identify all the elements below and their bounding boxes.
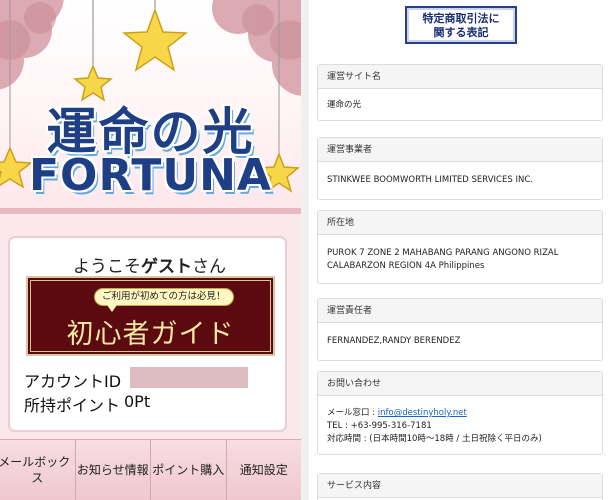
nav-buy-points[interactable]: ポイント購入 <box>151 440 227 500</box>
card-header: サービス内容 <box>318 474 602 498</box>
guide-callout: ご利用が初めての方は必見！ <box>94 288 234 312</box>
star-icon <box>121 7 189 72</box>
manager-value: FERNANDEZ,RANDY BERENDEZ <box>327 336 461 346</box>
operator-card: 運営事業者 STINKWEE BOOMWORTH LIMITED SERVICE… <box>317 137 603 200</box>
bottom-nav: メールボックス お知らせ情報 ポイント購入 通知設定 <box>0 439 301 500</box>
guide-button-label: 初心者ガイド <box>66 319 235 350</box>
operator-value: STINKWEE BOOMWORTH LIMITED SERVICES INC. <box>327 175 533 185</box>
card-body: 運命の光 <box>318 89 602 120</box>
logo-title-fortuna: FORTUNA <box>29 150 272 201</box>
card-header: 運営事業者 <box>318 138 602 162</box>
points-value: 0Pt <box>124 392 151 411</box>
legal-notice-panel[interactable]: 特定商取引法に 関する表記 運営サイト名 運命の光 運営事業者 STINKWEE… <box>309 0 610 500</box>
hero-banner: 運命の光 FORTUNA <box>0 0 301 208</box>
nav-news[interactable]: お知らせ情報 <box>76 440 151 500</box>
card-header: 運営サイト名 <box>318 65 602 89</box>
card-body: PUROK 7 ZONE 2 MAHABANG PARANG ANGONO RI… <box>318 235 602 283</box>
beginner-guide-button[interactable]: ご利用が初めての方は必見！ 初心者ガイド <box>26 276 275 356</box>
mail-label: メール窓口 : <box>327 408 378 418</box>
guest-name: ゲスト <box>141 257 192 277</box>
page-title-line2: 関する表記 <box>433 26 489 39</box>
service-card: サービス内容 <box>317 473 603 500</box>
card-header: お問い合わせ <box>318 372 602 396</box>
contact-card: お問い合わせ メール窓口 : info@destinyholy.net TEL … <box>317 371 603 455</box>
address-line2: CALABARZON REGION 4A Philippines <box>327 261 485 271</box>
welcome-message: ようこそゲストさん <box>10 252 289 277</box>
hero-divider <box>0 208 301 214</box>
account-id-value-redacted <box>130 367 248 388</box>
nav-mailbox[interactable]: メールボックス <box>0 440 76 500</box>
site-name-card: 運営サイト名 運命の光 <box>317 64 603 121</box>
card-header: 運営責任者 <box>318 299 602 323</box>
account-id-label: アカウントID <box>24 372 122 391</box>
welcome-suffix: さん <box>192 257 226 277</box>
contact-email-link[interactable]: info@destinyholy.net <box>378 408 467 418</box>
contact-hours: 対応時間 : (日本時間10時～18時 / 土日祝除く平日のみ) <box>327 434 542 444</box>
card-body: メール窓口 : info@destinyholy.net TEL : +63-9… <box>318 396 602 454</box>
contact-mail-row: メール窓口 : info@destinyholy.net <box>327 407 593 420</box>
address-card: 所在地 PUROK 7 ZONE 2 MAHABANG PARANG ANGON… <box>317 210 603 284</box>
welcome-prefix: ようこそ <box>73 257 141 277</box>
address-line1: PUROK 7 ZONE 2 MAHABANG PARANG ANGONO RI… <box>327 248 559 258</box>
contact-tel: TEL : +63-995-316-7181 <box>327 421 432 431</box>
welcome-card: ようこそゲストさん ご利用が初めての方は必見！ 初心者ガイド アカウントID 所… <box>8 236 287 432</box>
page-title: 特定商取引法に 関する表記 <box>405 6 517 44</box>
page-title-line1: 特定商取引法に <box>422 12 500 25</box>
card-header: 所在地 <box>318 211 602 235</box>
nav-notification-settings[interactable]: 通知設定 <box>227 440 302 500</box>
panel-divider <box>301 0 309 500</box>
fortuna-app-panel: 運命の光 FORTUNA ようこそゲストさん ご利用が初めての方は必見！ 初心者… <box>0 0 301 500</box>
points-label: 所持ポイント <box>24 396 121 415</box>
manager-card: 運営責任者 FERNANDEZ,RANDY BERENDEZ <box>317 298 603 361</box>
site-name-value: 運命の光 <box>327 100 362 110</box>
card-body: FERNANDEZ,RANDY BERENDEZ <box>318 323 602 360</box>
card-body: STINKWEE BOOMWORTH LIMITED SERVICES INC. <box>318 162 602 199</box>
